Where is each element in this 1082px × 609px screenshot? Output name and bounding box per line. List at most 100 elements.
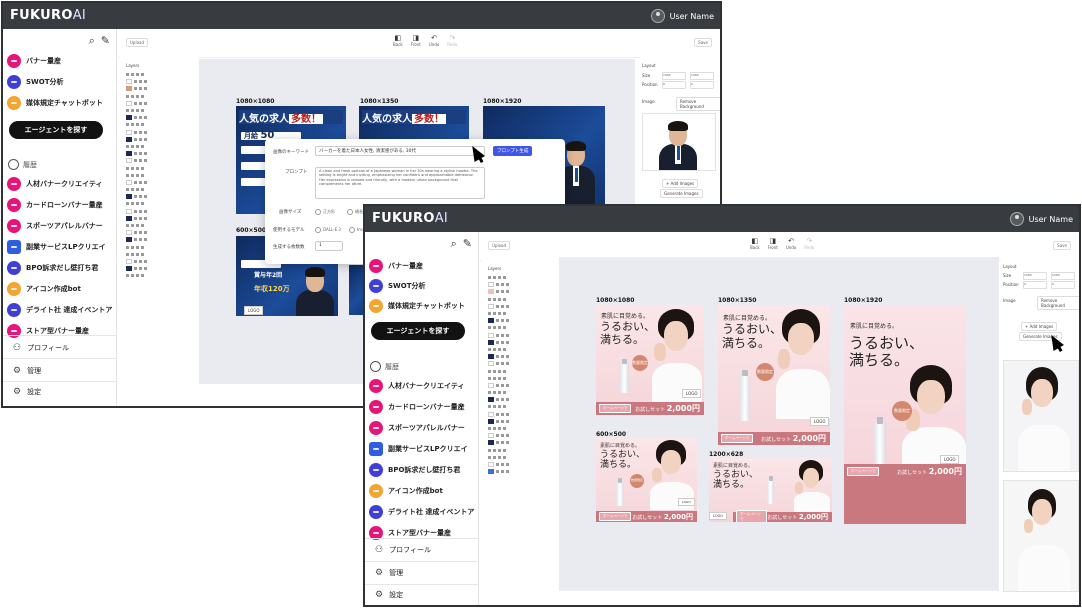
profile-link[interactable]: ⚇ プロフィール [375, 545, 431, 555]
history-item[interactable]: デライト社 達成イベントア [7, 303, 112, 317]
history-item[interactable]: 副業サービスLPクリエイ [7, 240, 106, 254]
admin-link[interactable]: ⚙ 管理 [375, 568, 403, 578]
y-input[interactable]: 0 [690, 81, 714, 89]
model-option-dalle[interactable]: DALL-E 3 [315, 227, 341, 233]
divider [3, 381, 116, 382]
sidebar-agent-swot[interactable]: SWOT分析 [7, 75, 64, 89]
woman-photo [1014, 367, 1070, 471]
skincare-banner-landscape[interactable]: 素肌に目覚める。 うるおい、 満ちる。 ホームページで お試しセット 2,000円 [709, 458, 832, 522]
offer-bar: ホームページで お試しセット 2,000円 [733, 510, 832, 522]
sidebar-agent-swot[interactable]: SWOT分析 [369, 279, 426, 293]
history-item[interactable]: BPO訴求だし壁打ち君 [369, 463, 460, 477]
keyword-input[interactable]: バーカーを着た日本人女性, 清潔感がある, 30代 [315, 146, 485, 156]
user-menu[interactable]: User Name [650, 9, 714, 23]
chat-icon [7, 282, 21, 296]
edit-pencil-icon[interactable]: ✎ [101, 34, 110, 47]
remove-background-button[interactable]: Remove Background [1037, 296, 1079, 310]
product-tube [620, 363, 629, 393]
banner-icon [369, 379, 383, 393]
width-input[interactable]: 1080 [1023, 272, 1047, 280]
front-button[interactable]: ◨ Front [768, 237, 778, 250]
add-images-button[interactable]: + Add Images [662, 179, 699, 188]
height-input[interactable]: 1080 [690, 72, 714, 80]
prompt-textarea[interactable]: A clean and fresh portrait of a Japanese… [315, 167, 485, 199]
size-label: Size [1003, 273, 1012, 278]
count-input[interactable]: 1 [315, 241, 343, 251]
sidebar-agent-chatbot[interactable]: 媒体規定チャットボット [369, 299, 465, 313]
banner-icon [369, 421, 383, 435]
width-input[interactable]: 1080 [662, 72, 686, 80]
sidebar-agent-banner[interactable]: バナー量産 [7, 54, 61, 68]
banner-icon [7, 198, 21, 212]
find-agent-button[interactable]: エージェントを探す [371, 322, 465, 340]
banner-icon [7, 219, 21, 233]
layer-list[interactable] [126, 71, 147, 279]
upload-button[interactable]: Upload [126, 38, 149, 47]
app-logo[interactable]: FUKUROAI [10, 8, 86, 23]
image-thumbnail-2[interactable] [1003, 480, 1079, 592]
skincare-banner-tall[interactable]: 素肌に目覚める。 うるおい、 満ちる。 数量限定 LOGO ホームページで お試しセ… [844, 305, 966, 524]
image-thumbnail[interactable] [642, 113, 716, 171]
history-item[interactable]: 人材バナークリエイティ [7, 177, 102, 191]
save-button[interactable]: Save [1053, 241, 1071, 250]
history-item[interactable]: BPO訴求だし壁打ち君 [7, 261, 98, 275]
history-item[interactable]: カードローンバナー量産 [369, 400, 465, 414]
front-button[interactable]: ◨ Front [411, 34, 421, 47]
remove-background-button[interactable]: Remove Background [676, 97, 720, 111]
undo-button[interactable]: ↶ Undo [429, 34, 439, 47]
back-button[interactable]: ◧ Back [393, 34, 403, 47]
offer-bar: ホームページで お試しセット 2,000円 [718, 432, 830, 445]
save-button[interactable]: Save [694, 38, 712, 47]
size-label: 600×500 [596, 431, 627, 438]
image-label: Image [642, 99, 655, 104]
user-menu[interactable]: User Name [1009, 212, 1073, 226]
edit-pencil-icon[interactable]: ✎ [463, 237, 472, 250]
banner-icon [7, 177, 21, 191]
woman-photo [1014, 489, 1070, 591]
profile-link[interactable]: ⚇ プロフィール [13, 343, 69, 353]
banner-subcopy: 素肌に目覚める。 [723, 315, 772, 322]
find-agent-button[interactable]: エージェントを探す [9, 121, 103, 139]
limited-badge: 数量限定 [632, 355, 648, 371]
settings-link[interactable]: ⚙ 設定 [13, 387, 41, 397]
back-button[interactable]: ◧ Back [750, 237, 760, 250]
layer-list[interactable] [488, 274, 509, 475]
y-input[interactable]: 0 [1051, 281, 1075, 289]
app-logo[interactable]: FUKUROAI [372, 211, 448, 226]
height-input[interactable]: 1080 [1051, 272, 1075, 280]
upload-button[interactable]: Upload [488, 241, 511, 250]
size-option-square[interactable]: 正方形 [315, 209, 335, 215]
history-item[interactable]: アイコン作成bot [7, 282, 81, 296]
search-icon[interactable]: ⌕ [451, 237, 457, 250]
admin-link[interactable]: ⚙ 管理 [13, 366, 41, 376]
skincare-banner-portrait[interactable]: 素肌に目覚める。 うるおい、 満ちる。 数量限定 LOGO ホームページで お試しセ… [718, 305, 830, 445]
sidebar-agent-banner[interactable]: バナー量産 [369, 259, 423, 273]
layout-title: Layout [642, 63, 656, 68]
x-input[interactable]: 0 [662, 81, 686, 89]
history-item[interactable]: アイコン作成bot [369, 484, 443, 498]
logo-placeholder: LOGO [682, 389, 702, 398]
search-icon[interactable]: ⌕ [89, 34, 95, 47]
history-item[interactable]: スポーツアパレルバナー [7, 219, 103, 233]
add-images-button[interactable]: + Add Images [1021, 322, 1058, 331]
skincare-banner-600x500[interactable]: 素肌に目覚める。 うるおい、 満ちる。 数量限定 LOGO ホームページで お試しセ… [596, 438, 697, 522]
size-option-landscape[interactable]: 横長 [347, 209, 363, 215]
history-item[interactable]: 人材バナークリエイティ [369, 379, 464, 393]
history-item[interactable]: 副業サービスLPクリエイ [369, 442, 468, 456]
history-item[interactable]: カードローンバナー量産 [7, 198, 103, 212]
image-thumbnail-1[interactable] [1003, 360, 1079, 472]
generate-prompt-button[interactable]: プロンプト生成 [493, 146, 533, 156]
redo-button[interactable]: ↷ Redo [804, 237, 814, 250]
layers-panel: Layers [482, 260, 560, 605]
history-item[interactable]: デライト社 達成イベントア [369, 505, 474, 519]
user-avatar-icon [1009, 212, 1024, 226]
history-item[interactable]: スポーツアパレルバナー [369, 421, 465, 435]
x-input[interactable]: 0 [1023, 281, 1047, 289]
skincare-banner-square[interactable]: 素肌に目覚める。 うるおい、 満ちる。 数量限定 LOGO ホームページで お試しセ… [596, 305, 704, 415]
undo-button[interactable]: ↶ Undo [786, 237, 796, 250]
generate-images-button[interactable]: Generate Images [660, 189, 703, 198]
divider [365, 538, 478, 539]
settings-link[interactable]: ⚙ 設定 [375, 590, 403, 600]
sidebar-agent-chatbot[interactable]: 媒体規定チャットボット [7, 96, 103, 110]
redo-button[interactable]: ↷ Redo [447, 34, 457, 47]
